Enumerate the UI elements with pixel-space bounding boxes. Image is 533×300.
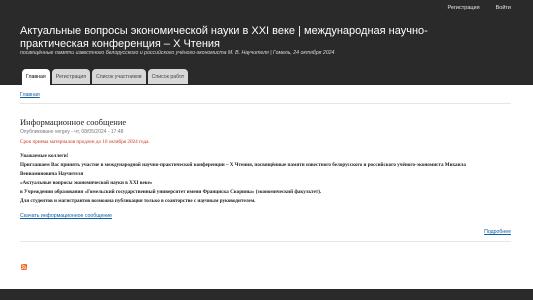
body-line: «Актуальные вопросы экономической науки … — [20, 179, 153, 186]
divider — [20, 103, 511, 104]
secondary-menu: Регистрация Войти — [447, 5, 511, 11]
node-title[interactable]: Информационное сообщение — [20, 117, 126, 127]
main-menu-tabs: Главная Регистрация Список участников Сп… — [22, 69, 189, 85]
breadcrumb[interactable]: Главная — [20, 92, 40, 98]
divider — [20, 241, 511, 242]
body-line: Для студентов и магистрантов возможна пу… — [20, 197, 256, 204]
read-more-link[interactable]: Подробнее — [484, 229, 511, 235]
site-name[interactable]: Актуальные вопросы экономической науки в… — [20, 25, 480, 50]
rss-feed-icon[interactable] — [21, 264, 27, 270]
body-line: Вениаминовича Научителя — [20, 170, 84, 177]
tab-participants[interactable]: Список участников — [92, 69, 146, 84]
register-link[interactable]: Регистрация — [447, 5, 479, 11]
login-link[interactable]: Войти — [496, 5, 511, 11]
body-line: в Учреждении образования «Гомельский гос… — [20, 188, 322, 195]
site-header: Регистрация Войти Актуальные вопросы эко… — [0, 0, 533, 85]
body-line: Приглашаем Вас принять участие в междуна… — [20, 161, 466, 168]
greeting: Уважаемые коллеги! — [20, 153, 69, 159]
site-slogan: посвящённые памяти известного белорусско… — [20, 50, 335, 56]
site-footer — [0, 289, 533, 300]
tab-home[interactable]: Главная — [22, 69, 50, 85]
deadline-notice: Срок приема материалов продлен до 10 окт… — [20, 139, 150, 145]
node-body: Уважаемые коллеги! Приглашаем Вас принят… — [20, 152, 510, 205]
download-link[interactable]: Скачать информационное сообщение — [20, 213, 112, 219]
submitted-info: Опубликовано vergey - чт, 08/05/2024 - 1… — [20, 129, 124, 135]
tab-registration[interactable]: Регистрация — [51, 69, 91, 84]
tab-papers[interactable]: Список работ — [147, 69, 189, 84]
